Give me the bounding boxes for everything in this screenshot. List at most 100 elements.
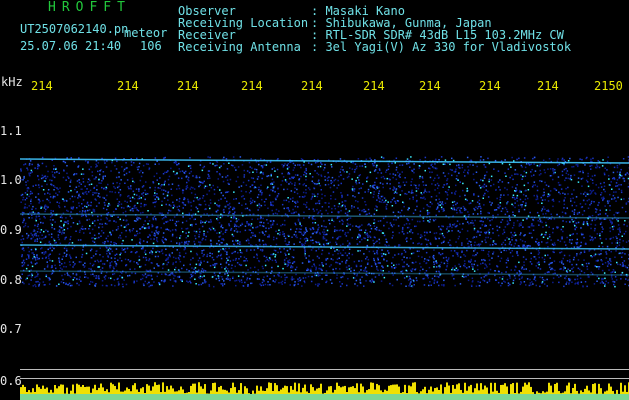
noise-pixel [468,222,470,225]
noise-pixel [512,194,515,196]
noise-pixel [71,242,74,244]
noise-pixel [541,221,543,224]
noise-pixel [292,177,294,179]
noise-pixel [49,216,52,218]
noise-pixel [297,201,299,203]
noise-pixel [75,256,77,259]
noise-pixel [105,188,107,191]
noise-pixel [444,202,447,204]
noise-pixel [594,237,596,239]
noise-pixel [289,198,292,200]
noise-pixel [102,232,105,234]
noise-pixel [314,162,317,164]
noise-pixel [582,193,585,195]
noise-pixel [117,277,119,280]
noise-pixel [217,254,220,257]
noise-pixel [340,168,342,171]
noise-pixel [439,204,442,206]
noise-pixel [479,234,481,236]
noise-pixel [431,203,433,205]
noise-pixel [27,169,29,171]
noise-pixel [208,285,211,287]
noise-pixel [433,280,436,282]
noise-pixel [79,210,81,213]
noise-pixel [410,230,412,233]
noise-pixel [216,161,219,163]
noise-pixel [69,284,72,287]
noise-pixel [277,251,279,254]
noise-pixel [351,205,353,207]
noise-pixel [456,220,459,222]
noise-pixel [537,220,539,222]
noise-pixel [550,213,552,215]
noise-pixel [278,229,280,231]
noise-pixel [247,269,249,271]
noise-pixel [136,280,138,282]
noise-pixel [65,266,67,268]
noise-pixel [134,234,136,237]
noise-pixel [493,168,495,170]
noise-pixel [239,243,242,245]
noise-pixel [228,183,230,185]
noise-pixel [382,186,384,189]
noise-pixel [396,192,398,194]
noise-pixel [562,226,564,228]
noise-pixel [406,263,408,266]
noise-pixel [35,216,38,218]
noise-pixel [243,176,245,178]
noise-pixel [148,285,150,288]
noise-pixel [81,210,84,212]
noise-pixel [219,248,222,251]
noise-pixel [153,238,155,240]
noise-pixel [547,218,550,220]
noise-pixel [249,229,252,231]
noise-pixel [125,162,127,164]
noise-pixel [294,231,297,233]
noise-pixel [372,239,374,242]
noise-pixel [214,263,216,265]
noise-pixel [355,200,357,202]
noise-pixel [297,280,300,282]
noise-pixel [373,257,375,260]
noise-pixel [592,189,595,192]
noise-pixel [471,200,474,202]
noise-pixel [178,168,180,170]
noise-pixel [341,166,343,168]
noise-pixel [58,253,61,255]
noise-pixel [329,222,331,225]
noise-pixel [35,281,37,283]
noise-pixel [122,239,124,242]
noise-pixel [569,221,571,223]
noise-pixel [504,206,507,209]
noise-pixel [560,228,563,231]
noise-pixel [323,244,325,247]
noise-pixel [599,223,602,225]
noise-pixel [114,187,116,189]
noise-pixel [596,208,598,211]
freq-tick-label: 0.9 [0,223,22,237]
noise-pixel [305,167,307,170]
noise-pixel [517,173,519,176]
noise-pixel [458,164,460,166]
noise-pixel [572,258,575,261]
noise-pixel [119,253,121,256]
noise-pixel [225,262,228,264]
noise-pixel [580,281,583,283]
noise-pixel [394,200,396,203]
noise-pixel [446,265,448,268]
noise-pixel [24,222,27,225]
noise-pixel [115,262,117,265]
noise-pixel [560,251,563,253]
noise-pixel [615,211,617,214]
noise-pixel [110,248,112,250]
noise-pixel [314,231,316,233]
noise-pixel [284,276,286,279]
noise-pixel [506,266,508,268]
noise-pixel [533,256,536,258]
noise-pixel [215,278,218,280]
noise-pixel [351,225,354,227]
noise-pixel [312,259,314,261]
noise-pixel [29,190,32,193]
noise-pixel [65,283,67,285]
noise-pixel [482,279,484,281]
